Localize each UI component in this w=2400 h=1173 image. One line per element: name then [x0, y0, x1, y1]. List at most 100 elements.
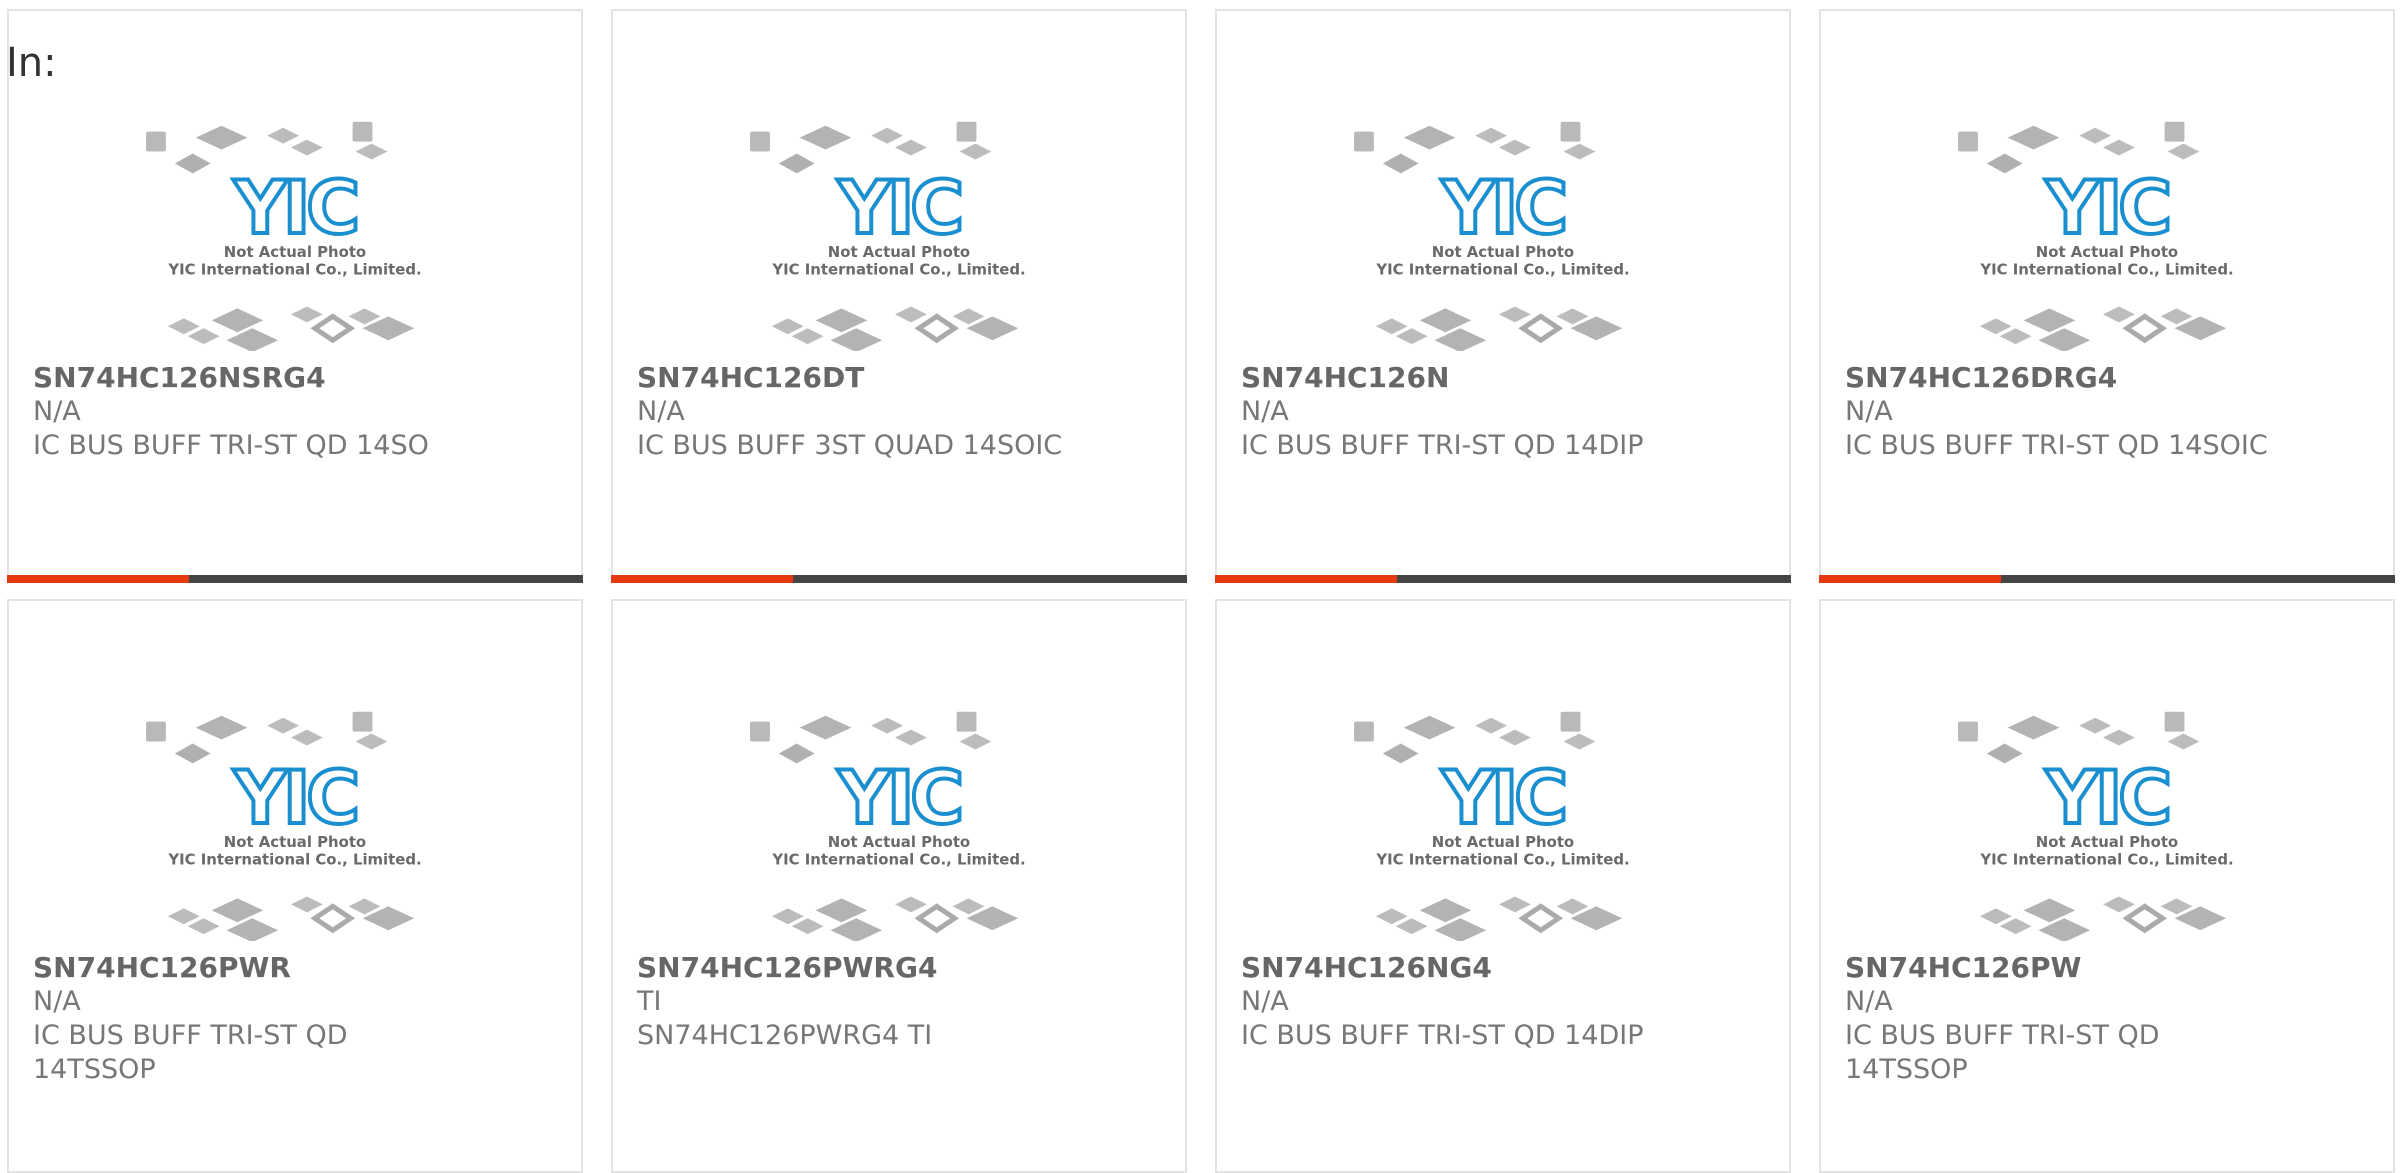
- part-number[interactable]: SN74HC126NSRG4: [33, 361, 561, 395]
- product-card[interactable]: YIC Not Actual Photo YIC International Co.…: [611, 599, 1187, 1173]
- chip-small-icon: [167, 318, 200, 335]
- chip-wide-icon: [2038, 918, 2091, 941]
- chip-small-icon: [348, 898, 381, 915]
- chip-small-icon: [1499, 896, 1531, 913]
- chip-square-icon: [1958, 131, 1978, 152]
- placeholder-company: YIC International Co., Limited.: [1979, 851, 2233, 869]
- part-number[interactable]: SN74HC126N: [1241, 361, 1769, 395]
- chip-small-icon: [2079, 717, 2111, 734]
- card-accent: [1819, 575, 2001, 583]
- chip-wide-icon: [226, 918, 279, 941]
- chip-small-icon: [771, 908, 804, 925]
- chip-frame-icon: [914, 313, 960, 344]
- chip-wide-icon: [799, 715, 852, 740]
- placeholder-caption: Not Actual Photo: [828, 833, 970, 851]
- chip-small-icon: [291, 729, 323, 746]
- product-photo-placeholder[interactable]: YIC Not Actual Photo YIC International Co.…: [9, 103, 581, 351]
- chip-small-icon: [952, 308, 985, 325]
- chip-small-icon: [1395, 328, 1428, 345]
- product-card[interactable]: YIC Not Actual Photo YIC International Co.…: [7, 9, 583, 583]
- part-number[interactable]: SN74HC126PWR: [33, 951, 561, 985]
- chip-small-icon: [771, 318, 804, 335]
- chip-wide-icon: [1403, 715, 1456, 740]
- chip-small-icon: [959, 733, 992, 750]
- placeholder-caption: Not Actual Photo: [224, 243, 366, 261]
- placeholder-graphic: YICNot Actual PhotoYIC International Co.…: [750, 711, 1026, 941]
- chip-wide-icon: [211, 898, 264, 923]
- product-card[interactable]: YIC Not Actual Photo YIC International Co.…: [7, 599, 583, 1173]
- product-card[interactable]: YIC Not Actual Photo YIC International Co.…: [1819, 599, 2395, 1173]
- description: IC BUS BUFF TRI-ST QD 14DIP: [1241, 1020, 1644, 1051]
- product-photo-placeholder[interactable]: YIC Not Actual Photo YIC International Co.…: [1217, 103, 1789, 351]
- chip-wide-icon: [830, 918, 883, 941]
- placeholder-company: YIC International Co., Limited.: [771, 851, 1025, 869]
- chip-diamond-icon: [1986, 743, 2023, 764]
- chip-small-icon: [1475, 127, 1507, 144]
- chip-small-icon: [291, 306, 323, 323]
- part-number[interactable]: SN74HC126DRG4: [1845, 361, 2373, 395]
- chip-small-icon: [895, 896, 927, 913]
- chip-small-icon: [791, 918, 824, 935]
- chip-square-icon: [1560, 711, 1581, 732]
- placeholder-company: YIC International Co., Limited.: [167, 851, 421, 869]
- chip-wide-icon: [815, 308, 868, 333]
- chip-square-icon: [956, 121, 977, 142]
- description: IC BUS BUFF TRI-ST QD 14DIP: [1241, 430, 1644, 461]
- product-photo-placeholder[interactable]: YIC Not Actual Photo YIC International Co.…: [1217, 693, 1789, 941]
- yic-logo-icon: YIC: [837, 756, 961, 841]
- chip-frame-icon: [2122, 903, 2168, 934]
- placeholder-company: YIC International Co., Limited.: [1375, 851, 1629, 869]
- product-card[interactable]: YIC Not Actual Photo YIC International Co.…: [611, 9, 1187, 583]
- card-progress-bar: [7, 575, 583, 583]
- yic-logo-icon: YIC: [1441, 166, 1565, 251]
- part-number[interactable]: SN74HC126PW: [1845, 951, 2373, 985]
- placeholder-caption: Not Actual Photo: [1432, 243, 1574, 261]
- description: IC BUS BUFF TRI-ST QD 14SOIC: [1845, 430, 2268, 461]
- part-number[interactable]: SN74HC126DT: [637, 361, 1165, 395]
- product-photo-placeholder[interactable]: YIC Not Actual Photo YIC International Co.…: [613, 103, 1185, 351]
- product-photo-placeholder[interactable]: YIC Not Actual Photo YIC International Co.…: [1821, 693, 2393, 941]
- product-photo-placeholder[interactable]: YIC Not Actual Photo YIC International Co.…: [613, 693, 1185, 941]
- part-number[interactable]: SN74HC126PWRG4: [637, 951, 1165, 985]
- description: IC BUS BUFF TRI-ST QD 14TSSOP: [1845, 1020, 2160, 1085]
- chip-small-icon: [2167, 143, 2200, 160]
- yic-logo-icon: YIC: [2045, 166, 2169, 251]
- chip-small-icon: [1499, 139, 1531, 156]
- manufacturer: TI: [637, 986, 662, 1017]
- card-progress-bar: [1215, 575, 1791, 583]
- placeholder-graphic: YICNot Actual PhotoYIC International Co.…: [146, 121, 422, 351]
- chip-wide-icon: [1403, 125, 1456, 150]
- placeholder-graphic: YICNot Actual PhotoYIC International Co.…: [1958, 121, 2234, 351]
- product-card[interactable]: YIC Not Actual Photo YIC International Co.…: [1215, 9, 1791, 583]
- chip-small-icon: [2079, 127, 2111, 144]
- placeholder-graphic: YICNot Actual PhotoYIC International Co.…: [1958, 711, 2234, 941]
- chip-diamond-icon: [778, 153, 815, 174]
- chip-wide-icon: [815, 898, 868, 923]
- chip-square-icon: [1560, 121, 1581, 142]
- chip-small-icon: [895, 729, 927, 746]
- part-number[interactable]: SN74HC126NG4: [1241, 951, 1769, 985]
- chip-diamond-icon: [1382, 153, 1419, 174]
- card-progress-bar: [1819, 575, 2395, 583]
- chip-small-icon: [2167, 733, 2200, 750]
- product-card[interactable]: YIC Not Actual Photo YIC International Co.…: [1819, 9, 2395, 583]
- yic-logo-icon: YIC: [2045, 756, 2169, 841]
- product-photo-placeholder[interactable]: YIC Not Actual Photo YIC International Co.…: [9, 693, 581, 941]
- chip-small-icon: [1556, 308, 1589, 325]
- chip-wide-icon: [1419, 308, 1472, 333]
- product-photo-placeholder[interactable]: YIC Not Actual Photo YIC International Co.…: [1821, 103, 2393, 351]
- chip-small-icon: [1375, 908, 1408, 925]
- chip-small-icon: [2103, 139, 2135, 156]
- chip-diamond-icon: [174, 743, 211, 764]
- chip-small-icon: [187, 328, 220, 345]
- chip-square-icon: [352, 711, 373, 732]
- product-card[interactable]: YIC Not Actual Photo YIC International Co.…: [1215, 599, 1791, 1173]
- chip-wide-icon: [226, 328, 279, 351]
- chip-wide-icon: [2023, 898, 2076, 923]
- chip-wide-icon: [2007, 715, 2060, 740]
- card-progress-bar: [611, 575, 1187, 583]
- chip-square-icon: [2164, 121, 2185, 142]
- chip-small-icon: [291, 139, 323, 156]
- yic-logo-icon: YIC: [1441, 756, 1565, 841]
- yic-logo-icon: YIC: [837, 166, 961, 251]
